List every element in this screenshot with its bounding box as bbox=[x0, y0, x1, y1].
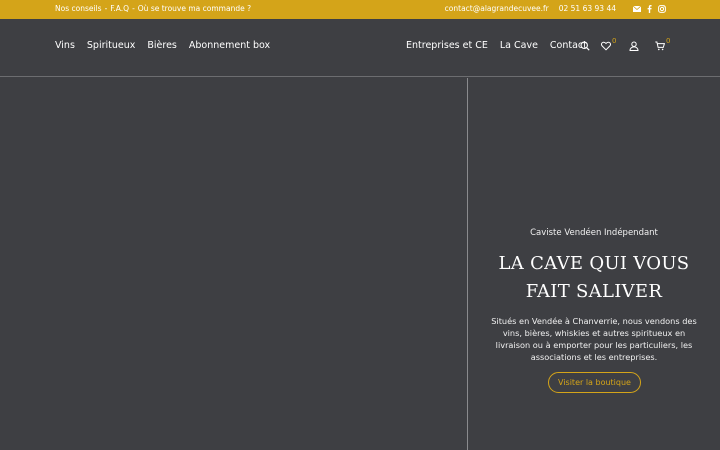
top-bar: Nos conseils - F.A.Q - Où se trouve ma comma… bbox=[0, 0, 720, 19]
nav-item-vins[interactable]: Vins bbox=[55, 40, 75, 51]
cart-count: 0 bbox=[666, 37, 671, 45]
link-nos-conseils[interactable]: Nos conseils bbox=[55, 4, 102, 13]
top-links: Nos conseils - F.A.Q - Où se trouve ma comma… bbox=[55, 4, 254, 13]
phone-link[interactable]: 02 51 63 93 44 bbox=[559, 4, 616, 13]
instagram-icon[interactable] bbox=[658, 4, 666, 13]
nav-item-bieres[interactable]: Bières bbox=[147, 40, 177, 51]
nav-item-abonnement-box[interactable]: Abonnement box bbox=[189, 40, 270, 51]
hero-section: Caviste Vendéen Indépendant LA CAVE QUI … bbox=[468, 78, 720, 450]
main-nav: Vins Spiritueux Bières Abonnement box En… bbox=[0, 19, 720, 77]
hero-title-line-2: FAIT SALIVER bbox=[525, 281, 663, 302]
nav-item-entreprises[interactable]: Entreprises et CE bbox=[406, 40, 488, 51]
link-faq[interactable]: F.A.Q bbox=[110, 4, 129, 13]
social-links bbox=[633, 4, 666, 13]
wishlist-count: 0 bbox=[612, 37, 617, 45]
cart-icon bbox=[655, 41, 665, 51]
user-icon[interactable] bbox=[629, 41, 639, 51]
hero-title-line-1: LA CAVE QUI VOUS bbox=[498, 253, 690, 274]
wishlist-button[interactable]: 0 bbox=[601, 37, 616, 51]
facebook-icon[interactable] bbox=[647, 4, 652, 13]
nav-icons: 0 0 bbox=[580, 37, 670, 51]
search-icon[interactable] bbox=[580, 41, 590, 51]
hero-title: LA CAVE QUI VOUS FAIT SALIVER bbox=[468, 250, 720, 306]
nav-right: Entreprises et CE La Cave Contact bbox=[406, 40, 587, 51]
visit-shop-button[interactable]: Visiter la boutique bbox=[548, 372, 641, 393]
separator: - bbox=[132, 4, 135, 13]
link-order-status[interactable]: Où se trouve ma commande ? bbox=[138, 4, 251, 13]
top-contact: contact@alagrandecuvee.fr 02 51 63 93 44 bbox=[435, 4, 666, 13]
hero-kicker: Caviste Vendéen Indépendant bbox=[530, 228, 658, 238]
nav-item-spiritueux[interactable]: Spiritueux bbox=[87, 40, 135, 51]
nav-left: Vins Spiritueux Bières Abonnement box bbox=[55, 40, 270, 51]
separator: - bbox=[104, 4, 108, 13]
hero-description: Situés en Vendée à Chanverrie, nous vend… bbox=[491, 316, 697, 362]
cart-button[interactable]: 0 bbox=[655, 37, 670, 51]
email-link[interactable]: contact@alagrandecuvee.fr bbox=[445, 4, 549, 13]
mail-icon[interactable] bbox=[633, 5, 641, 12]
nav-item-la-cave[interactable]: La Cave bbox=[500, 40, 538, 51]
heart-icon bbox=[601, 41, 611, 51]
